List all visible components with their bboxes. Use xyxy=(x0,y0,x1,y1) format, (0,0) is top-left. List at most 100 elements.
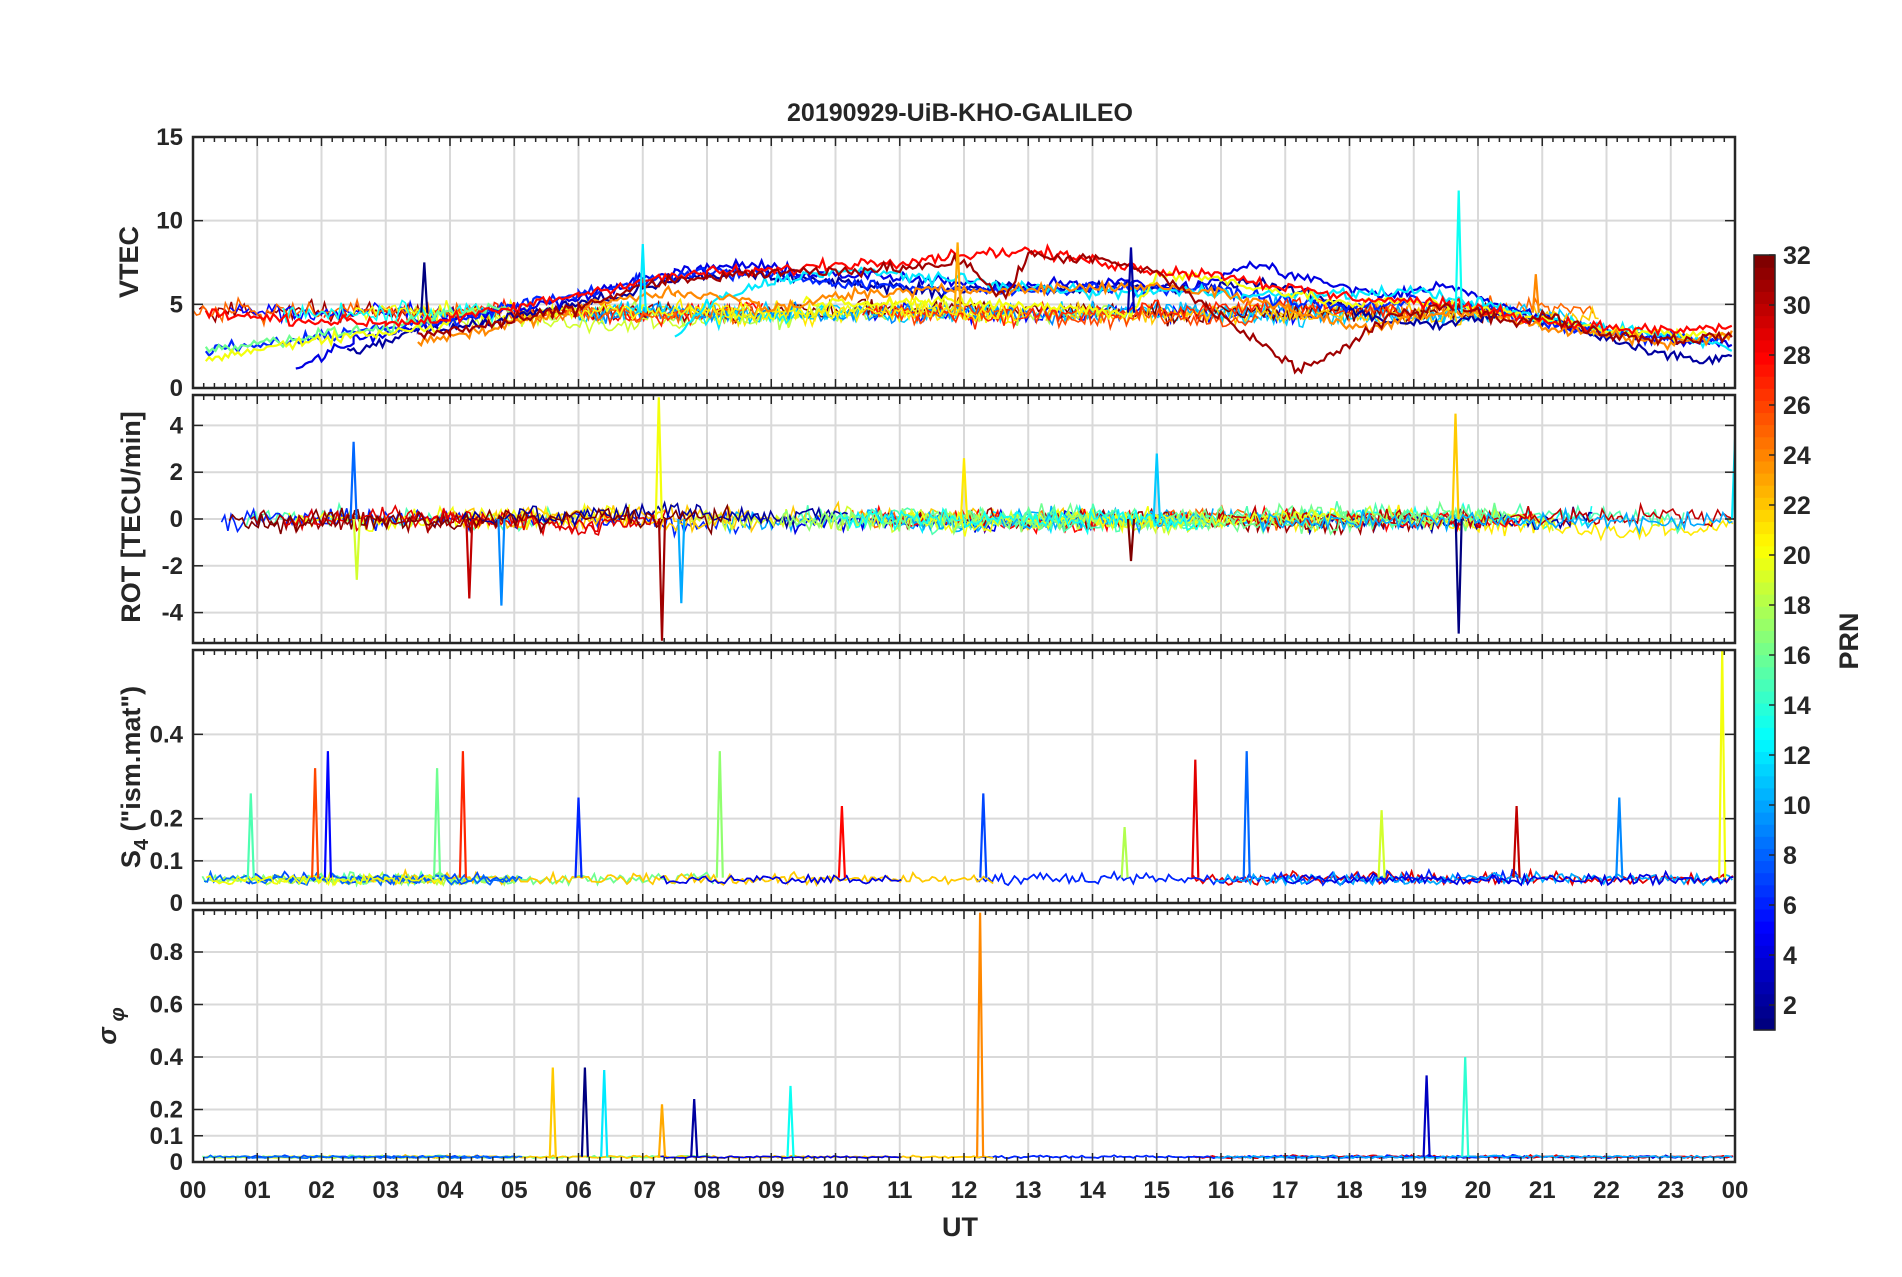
x-tick-label: 09 xyxy=(758,1177,785,1204)
colorbar-segment xyxy=(1754,279,1775,292)
y-axis-label-vtec: VTEC xyxy=(114,226,144,298)
x-axis-tick-labels: 00 01 02 03 04 05 06 07 08 09 10 11 12 13 14 15 16 17 18 19… xyxy=(180,1177,1749,1204)
colorbar-segment xyxy=(1754,400,1775,414)
y-tick-label-s4: 0.4 xyxy=(150,721,184,748)
colorbar-tick-label: 30 xyxy=(1783,292,1811,320)
colorbar-segment xyxy=(1754,351,1775,365)
colorbar-segment xyxy=(1754,521,1775,535)
colorbar-segment xyxy=(1754,436,1775,450)
x-tick-label: 17 xyxy=(1272,1177,1299,1204)
y-tick-label-vtec: 15 xyxy=(156,124,183,151)
y-tick-label-vtec: 10 xyxy=(156,208,183,235)
colorbar-segment xyxy=(1754,255,1775,268)
colorbar-tick-label: 24 xyxy=(1783,442,1811,470)
colorbar-segment xyxy=(1754,339,1775,353)
x-tick-label: 23 xyxy=(1657,1177,1684,1204)
colorbar-segment xyxy=(1754,799,1775,813)
colorbar-label: PRN xyxy=(1834,612,1864,669)
colorbar-segment xyxy=(1754,509,1775,523)
y-tick-label-rot: 2 xyxy=(170,459,183,486)
x-tick-label: 22 xyxy=(1593,1177,1620,1204)
y-axis-label-vtec-text: VTEC xyxy=(114,226,144,298)
colorbar-segment xyxy=(1754,291,1775,305)
y-tick-label-vtec: 5 xyxy=(170,291,183,318)
x-tick-label: 13 xyxy=(1015,1177,1042,1204)
colorbar-tick-label: 8 xyxy=(1783,842,1797,870)
colorbar-tick-label: 22 xyxy=(1783,492,1811,520)
y-tick-label-rot: 4 xyxy=(170,412,184,439)
x-axis-label: UT xyxy=(942,1212,978,1242)
colorbar-tick-label: 4 xyxy=(1783,942,1797,970)
x-tick-label: 16 xyxy=(1208,1177,1235,1204)
x-tick-label: 06 xyxy=(565,1177,592,1204)
colorbar-segment xyxy=(1754,327,1775,341)
x-tick-label: 14 xyxy=(1079,1177,1106,1204)
colorbar-segment xyxy=(1754,836,1775,849)
y-tick-label-rot: -4 xyxy=(162,600,184,627)
colorbar-tick-label: 20 xyxy=(1783,542,1811,570)
colorbar-segment xyxy=(1754,460,1775,474)
y-tick-label-sigma: 0 xyxy=(170,1149,183,1176)
colorbar-segment xyxy=(1754,545,1775,559)
colorbar-segment xyxy=(1754,557,1775,571)
colorbar-segment xyxy=(1754,751,1775,765)
x-tick-label: 19 xyxy=(1400,1177,1427,1204)
colorbar-segment xyxy=(1754,896,1775,910)
y-tick-label-sigma: 0.1 xyxy=(150,1123,183,1150)
colorbar-segment xyxy=(1754,933,1775,946)
colorbar-segment xyxy=(1754,969,1775,983)
colorbar-segment xyxy=(1754,533,1775,547)
y-tick-label-sigma: 0.6 xyxy=(150,992,183,1019)
y-tick-label-rot: 0 xyxy=(170,506,183,533)
colorbar-segment xyxy=(1754,690,1775,704)
colorbar-segment xyxy=(1754,376,1775,389)
colorbar-tick-label: 26 xyxy=(1783,392,1811,420)
colorbar-segment xyxy=(1754,315,1775,329)
colorbar-segment xyxy=(1754,267,1775,280)
colorbar-segment xyxy=(1754,666,1775,680)
x-tick-label: 08 xyxy=(694,1177,721,1204)
colorbar-segment xyxy=(1754,739,1775,753)
x-tick-label: 00 xyxy=(1722,1177,1749,1204)
colorbar-segment xyxy=(1754,1005,1775,1019)
x-tick-label: 02 xyxy=(308,1177,335,1204)
y-axis-label-rot-text: ROT [TECU/min] xyxy=(116,411,146,622)
y-axis-label-s4-text: S4 ("ism.mat") xyxy=(116,686,153,868)
colorbar-segment xyxy=(1754,388,1775,401)
x-tick-label: 05 xyxy=(501,1177,528,1204)
colorbar-segment xyxy=(1754,581,1775,595)
colorbar-segment xyxy=(1754,860,1775,874)
colorbar-tick-label: 6 xyxy=(1783,892,1797,920)
panel-sigma: 00.10.2 0.4 0.6 0.8 xyxy=(150,908,1737,1176)
colorbar-segment xyxy=(1754,472,1775,486)
colorbar-segment xyxy=(1754,763,1775,777)
x-tick-label: 10 xyxy=(822,1177,849,1204)
colorbar-segment xyxy=(1754,884,1775,898)
colorbar-tick-label: 10 xyxy=(1783,792,1811,820)
colorbar-tick-label: 28 xyxy=(1783,342,1811,370)
colorbar-segment xyxy=(1754,727,1775,740)
colorbar-segment xyxy=(1754,921,1775,934)
panel-s4: 0 0.1 0.2 0.4 xyxy=(150,648,1737,917)
colorbar-segment xyxy=(1754,1017,1775,1031)
colorbar-segment xyxy=(1754,618,1775,631)
colorbar-segment xyxy=(1754,872,1775,886)
colorbar-segment xyxy=(1754,606,1775,619)
x-tick-label: 12 xyxy=(951,1177,978,1204)
colorbar-segment xyxy=(1754,957,1775,971)
y-tick-label-s4: 0.2 xyxy=(150,806,183,833)
y-axis-label-s4: S4 ("ism.mat") xyxy=(116,686,153,868)
y-axis-label-sigma-text: σφ xyxy=(92,1007,129,1044)
x-tick-label: 21 xyxy=(1529,1177,1556,1204)
colorbar-segment xyxy=(1754,824,1775,837)
colorbar-tick-label: 14 xyxy=(1783,692,1811,720)
colorbar-segment xyxy=(1754,485,1775,498)
colorbar-segment xyxy=(1754,787,1775,801)
colorbar-segment xyxy=(1754,775,1775,789)
figure: 20190929-UiB-KHO-GALILEO 0 5 10 15 -4 -2 0 2 4 … xyxy=(0,0,1902,1277)
colorbar-segment xyxy=(1754,908,1775,922)
colorbar-segment xyxy=(1754,945,1775,958)
x-tick-label: 00 xyxy=(180,1177,207,1204)
colorbar-segment xyxy=(1754,642,1775,656)
y-tick-label-sigma: 0.8 xyxy=(150,939,183,966)
